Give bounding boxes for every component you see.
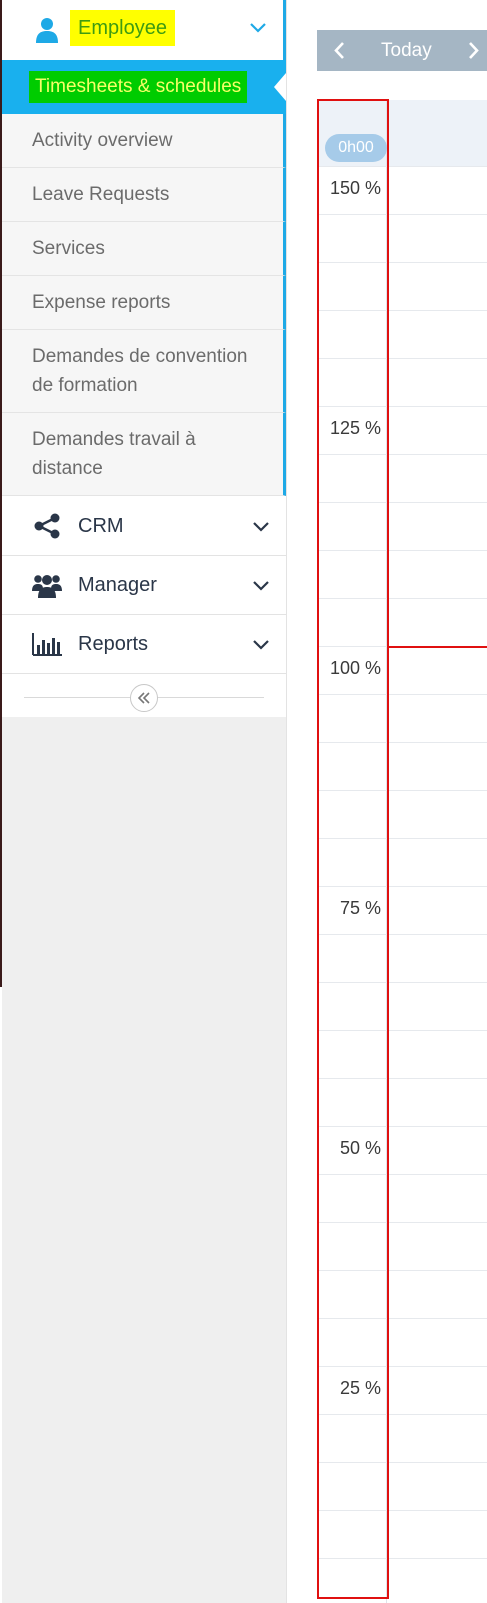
- highlight-line: [387, 646, 487, 648]
- sidebar-item-expense-reports[interactable]: Expense reports: [2, 276, 286, 330]
- active-indicator: [274, 73, 286, 101]
- highlight-box: [317, 99, 389, 1599]
- sidebar-item-label: Timesheets & schedules: [29, 71, 248, 103]
- double-chevron-left-icon: [137, 692, 150, 704]
- chevron-down-icon[interactable]: [252, 520, 270, 534]
- chevron-down-icon[interactable]: [252, 638, 270, 652]
- sidebar-item-timesheets[interactable]: Timesheets & schedules: [2, 60, 286, 114]
- sidebar-section-label: Reports: [78, 633, 149, 655]
- sidebar-item-demandes-travail[interactable]: Demandes travail à distance: [2, 413, 286, 496]
- sidebar-item-label: Services: [32, 237, 105, 259]
- chevron-right-icon[interactable]: [463, 30, 487, 71]
- users-icon: [32, 575, 62, 598]
- user-icon: [36, 18, 58, 43]
- sidebar-item-label: Expense reports: [32, 291, 171, 313]
- bar-chart-icon: [32, 633, 62, 656]
- sidebar-item-demandes-formation[interactable]: Demandes de convention de formation: [2, 330, 286, 413]
- today-button[interactable]: Today: [381, 30, 432, 71]
- sidebar-section-crm[interactable]: CRM: [2, 497, 286, 556]
- sidebar-section-label: CRM: [78, 515, 124, 537]
- sidebar-section-manager[interactable]: Manager: [2, 556, 286, 615]
- sidebar-divider: [286, 0, 287, 1603]
- sidebar-item-leave-requests[interactable]: Leave Requests: [2, 168, 286, 222]
- sidebar-item-services[interactable]: Services: [2, 222, 286, 276]
- sidebar-sub-list: Activity overview Leave Requests Service…: [2, 114, 286, 496]
- sidebar-item-label: Demandes de convention de formation: [32, 346, 248, 396]
- sidebar-section-label: Employee: [70, 10, 175, 46]
- chevron-down-icon[interactable]: [252, 579, 270, 593]
- share-icon: [34, 513, 60, 539]
- sidebar-section-label: Manager: [78, 574, 157, 596]
- calendar-toolbar: Today: [317, 30, 487, 71]
- collapse-sidebar-button[interactable]: [130, 684, 158, 712]
- sidebar-item-activity-overview[interactable]: Activity overview: [2, 114, 286, 168]
- sidebar-item-label: Leave Requests: [32, 183, 170, 205]
- chevron-left-icon[interactable]: [325, 30, 355, 71]
- sidebar-item-label: Activity overview: [32, 129, 173, 151]
- sidebar-section-reports[interactable]: Reports: [2, 615, 286, 674]
- sidebar-section-employee[interactable]: Employee: [2, 0, 286, 60]
- sidebar-item-label: Demandes travail à distance: [32, 429, 196, 479]
- chevron-down-icon[interactable]: [249, 21, 267, 35]
